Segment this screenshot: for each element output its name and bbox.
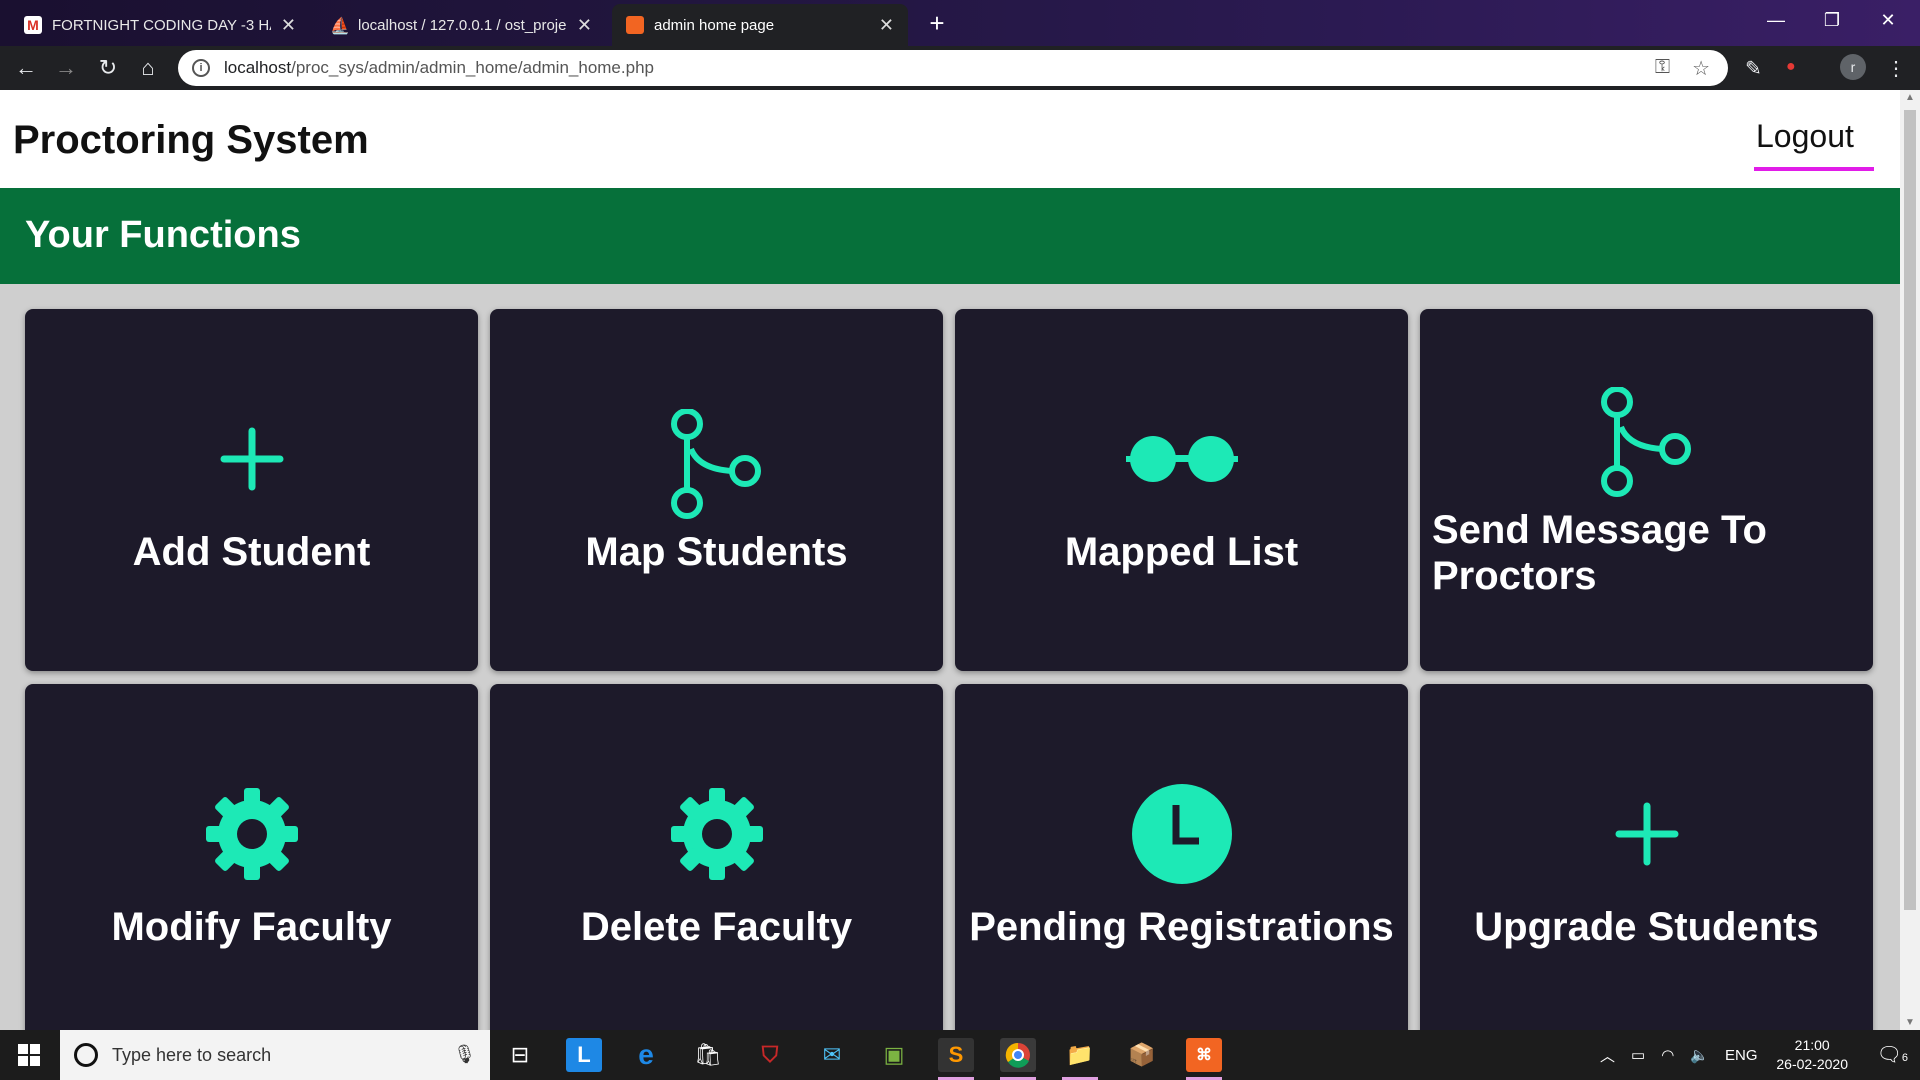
tab-gmail[interactable]: M FORTNIGHT CODING DAY -3 HAC ✕ <box>10 4 310 46</box>
browser-tab-strip: M FORTNIGHT CODING DAY -3 HAC ✕ ⛵ localh… <box>0 0 1920 46</box>
xampp-taskbar-icon[interactable]: ⌘ <box>1186 1038 1222 1080</box>
page-scrollbar[interactable]: ▲ ▼ <box>1900 90 1920 1030</box>
windows-start-button[interactable] <box>0 1030 58 1080</box>
card-label: Pending Registrations <box>969 905 1394 949</box>
card-pending-registrations[interactable]: Pending Registrations <box>955 684 1408 1030</box>
restore-button[interactable]: ❐ <box>1804 0 1860 40</box>
photos-icon[interactable]: ▣ <box>876 1038 912 1072</box>
red-extension-icon[interactable]: ● <box>1786 58 1796 76</box>
card-label: Send Message To Proctors <box>1432 508 1767 598</box>
plus-icon <box>25 409 478 509</box>
tab-title: FORTNIGHT CODING DAY -3 HAC <box>52 16 271 34</box>
tray-chevron-icon[interactable]: ︿ <box>1600 1045 1615 1066</box>
url-host: localhost <box>224 58 292 77</box>
wifi-icon[interactable]: ◠ <box>1661 1046 1674 1064</box>
scroll-down-icon[interactable]: ▼ <box>1905 1017 1915 1028</box>
glasses-icon <box>955 409 1408 509</box>
card-mapped-list[interactable]: Mapped List <box>955 309 1408 671</box>
browser-toolbar: ← → ↻ ⌂ i localhost/proc_sys/admin/admin… <box>0 46 1920 90</box>
task-view-icon[interactable]: ⊟ <box>502 1038 538 1072</box>
close-icon[interactable]: ✕ <box>577 15 592 36</box>
back-icon[interactable]: ← <box>10 52 42 84</box>
card-label: Map Students <box>585 530 848 574</box>
card-label: Mapped List <box>1064 530 1299 574</box>
gear-icon <box>25 784 478 884</box>
mcafee-icon[interactable]: ⛉ <box>752 1038 788 1072</box>
package-icon[interactable]: 📦 <box>1124 1038 1160 1072</box>
scroll-up-icon[interactable]: ▲ <box>1905 92 1915 103</box>
tab-title: admin home page <box>654 16 775 34</box>
menu-dots-icon[interactable]: ⋮ <box>1886 56 1906 81</box>
card-map-students[interactable]: Map Students <box>490 309 943 671</box>
language-indicator[interactable]: ENG <box>1725 1047 1758 1064</box>
card-label: Delete Faculty <box>580 905 853 949</box>
forward-icon[interactable]: → <box>50 52 82 84</box>
card-send-message-to-proctors[interactable]: Send Message To Proctors <box>1420 309 1873 671</box>
system-tray: ︿ ▭ ◠ 🔈 ENG <box>1600 1030 1758 1080</box>
tab-title: localhost / 127.0.0.1 / ost_project <box>358 16 567 34</box>
sublime-text-icon[interactable]: S <box>938 1038 974 1080</box>
card-add-student[interactable]: Add Student <box>25 309 478 671</box>
minimize-button[interactable]: — <box>1748 0 1804 40</box>
profile-avatar[interactable]: r <box>1840 54 1866 80</box>
clock-icon <box>955 784 1408 884</box>
card-upgrade-students[interactable]: Upgrade Students <box>1420 684 1873 1030</box>
cortana-icon <box>74 1043 98 1067</box>
close-icon[interactable]: ✕ <box>281 15 296 36</box>
search-placeholder: Type here to search <box>112 1044 272 1065</box>
taskbar-clock[interactable]: 21:00 26-02-2020 <box>1776 1036 1848 1074</box>
clock-date: 26-02-2020 <box>1776 1056 1848 1072</box>
home-icon[interactable]: ⌂ <box>132 52 164 84</box>
store-icon[interactable]: 🛍 <box>690 1038 726 1072</box>
windows-logo-icon <box>18 1044 40 1066</box>
new-tab-button[interactable]: + <box>920 6 954 40</box>
volume-icon[interactable]: 🔈 <box>1690 1046 1709 1064</box>
site-header: Proctoring System Logout <box>0 90 1900 188</box>
brand-title: Proctoring System <box>13 118 369 162</box>
battery-icon[interactable]: ▭ <box>1631 1046 1645 1064</box>
url-text: localhost/proc_sys/admin/admin_home/admi… <box>224 58 654 78</box>
url-path: /proc_sys/admin/admin_home/admin_home.ph… <box>291 58 654 77</box>
tab-phpmyadmin[interactable]: ⛵ localhost / 127.0.0.1 / ost_project ✕ <box>316 4 606 46</box>
info-icon[interactable]: i <box>192 59 210 77</box>
file-explorer-icon[interactable]: 📁 <box>1062 1038 1098 1080</box>
address-bar[interactable]: i localhost/proc_sys/admin/admin_home/ad… <box>178 50 1728 86</box>
clock-time: 21:00 <box>1794 1037 1830 1053</box>
pen-extension-icon[interactable]: ✎ <box>1745 56 1762 81</box>
close-icon[interactable]: ✕ <box>879 15 894 36</box>
gear-icon <box>490 784 943 884</box>
taskbar-search-box[interactable]: Type here to search 🎙 <box>60 1030 490 1080</box>
card-label: Add Student <box>132 530 371 574</box>
branch-icon <box>1420 387 1873 497</box>
mail-icon[interactable]: ✉ <box>814 1038 850 1072</box>
card-label: Modify Faculty <box>111 905 392 949</box>
card-delete-faculty[interactable]: Delete Faculty <box>490 684 943 1030</box>
notification-center-icon[interactable]: 🗨6 <box>1876 1042 1908 1067</box>
xampp-icon <box>626 16 644 34</box>
close-window-button[interactable]: ✕ <box>1860 0 1916 40</box>
branch-icon <box>490 409 943 519</box>
windows-taskbar: Type here to search 🎙 ⊟ L e 🛍 ⛉ ✉ ▣ S 📁 … <box>0 1030 1920 1080</box>
card-modify-faculty[interactable]: Modify Faculty <box>25 684 478 1030</box>
section-bar: Your Functions <box>0 188 1900 284</box>
reload-icon[interactable]: ↻ <box>92 52 124 84</box>
star-icon[interactable]: ☆ <box>1692 56 1710 81</box>
page-content: Proctoring System Logout Your Functions … <box>0 90 1900 1030</box>
key-icon[interactable]: ⚿ <box>1655 56 1670 81</box>
microphone-icon[interactable]: 🎙 <box>453 1044 476 1065</box>
app-l-icon[interactable]: L <box>566 1038 602 1072</box>
section-title: Your Functions <box>25 214 301 256</box>
phpmyadmin-icon: ⛵ <box>330 18 350 35</box>
edge-icon[interactable]: e <box>628 1038 664 1072</box>
plus-icon <box>1420 784 1873 884</box>
tab-admin-home[interactable]: admin home page ✕ <box>612 4 908 46</box>
scrollbar-thumb[interactable] <box>1904 110 1916 910</box>
logout-link[interactable]: Logout <box>1754 118 1874 171</box>
chrome-icon[interactable] <box>1000 1038 1036 1080</box>
gmail-icon: M <box>24 16 42 34</box>
card-label: Upgrade Students <box>1474 905 1819 949</box>
notification-count: 6 <box>1901 1052 1908 1064</box>
